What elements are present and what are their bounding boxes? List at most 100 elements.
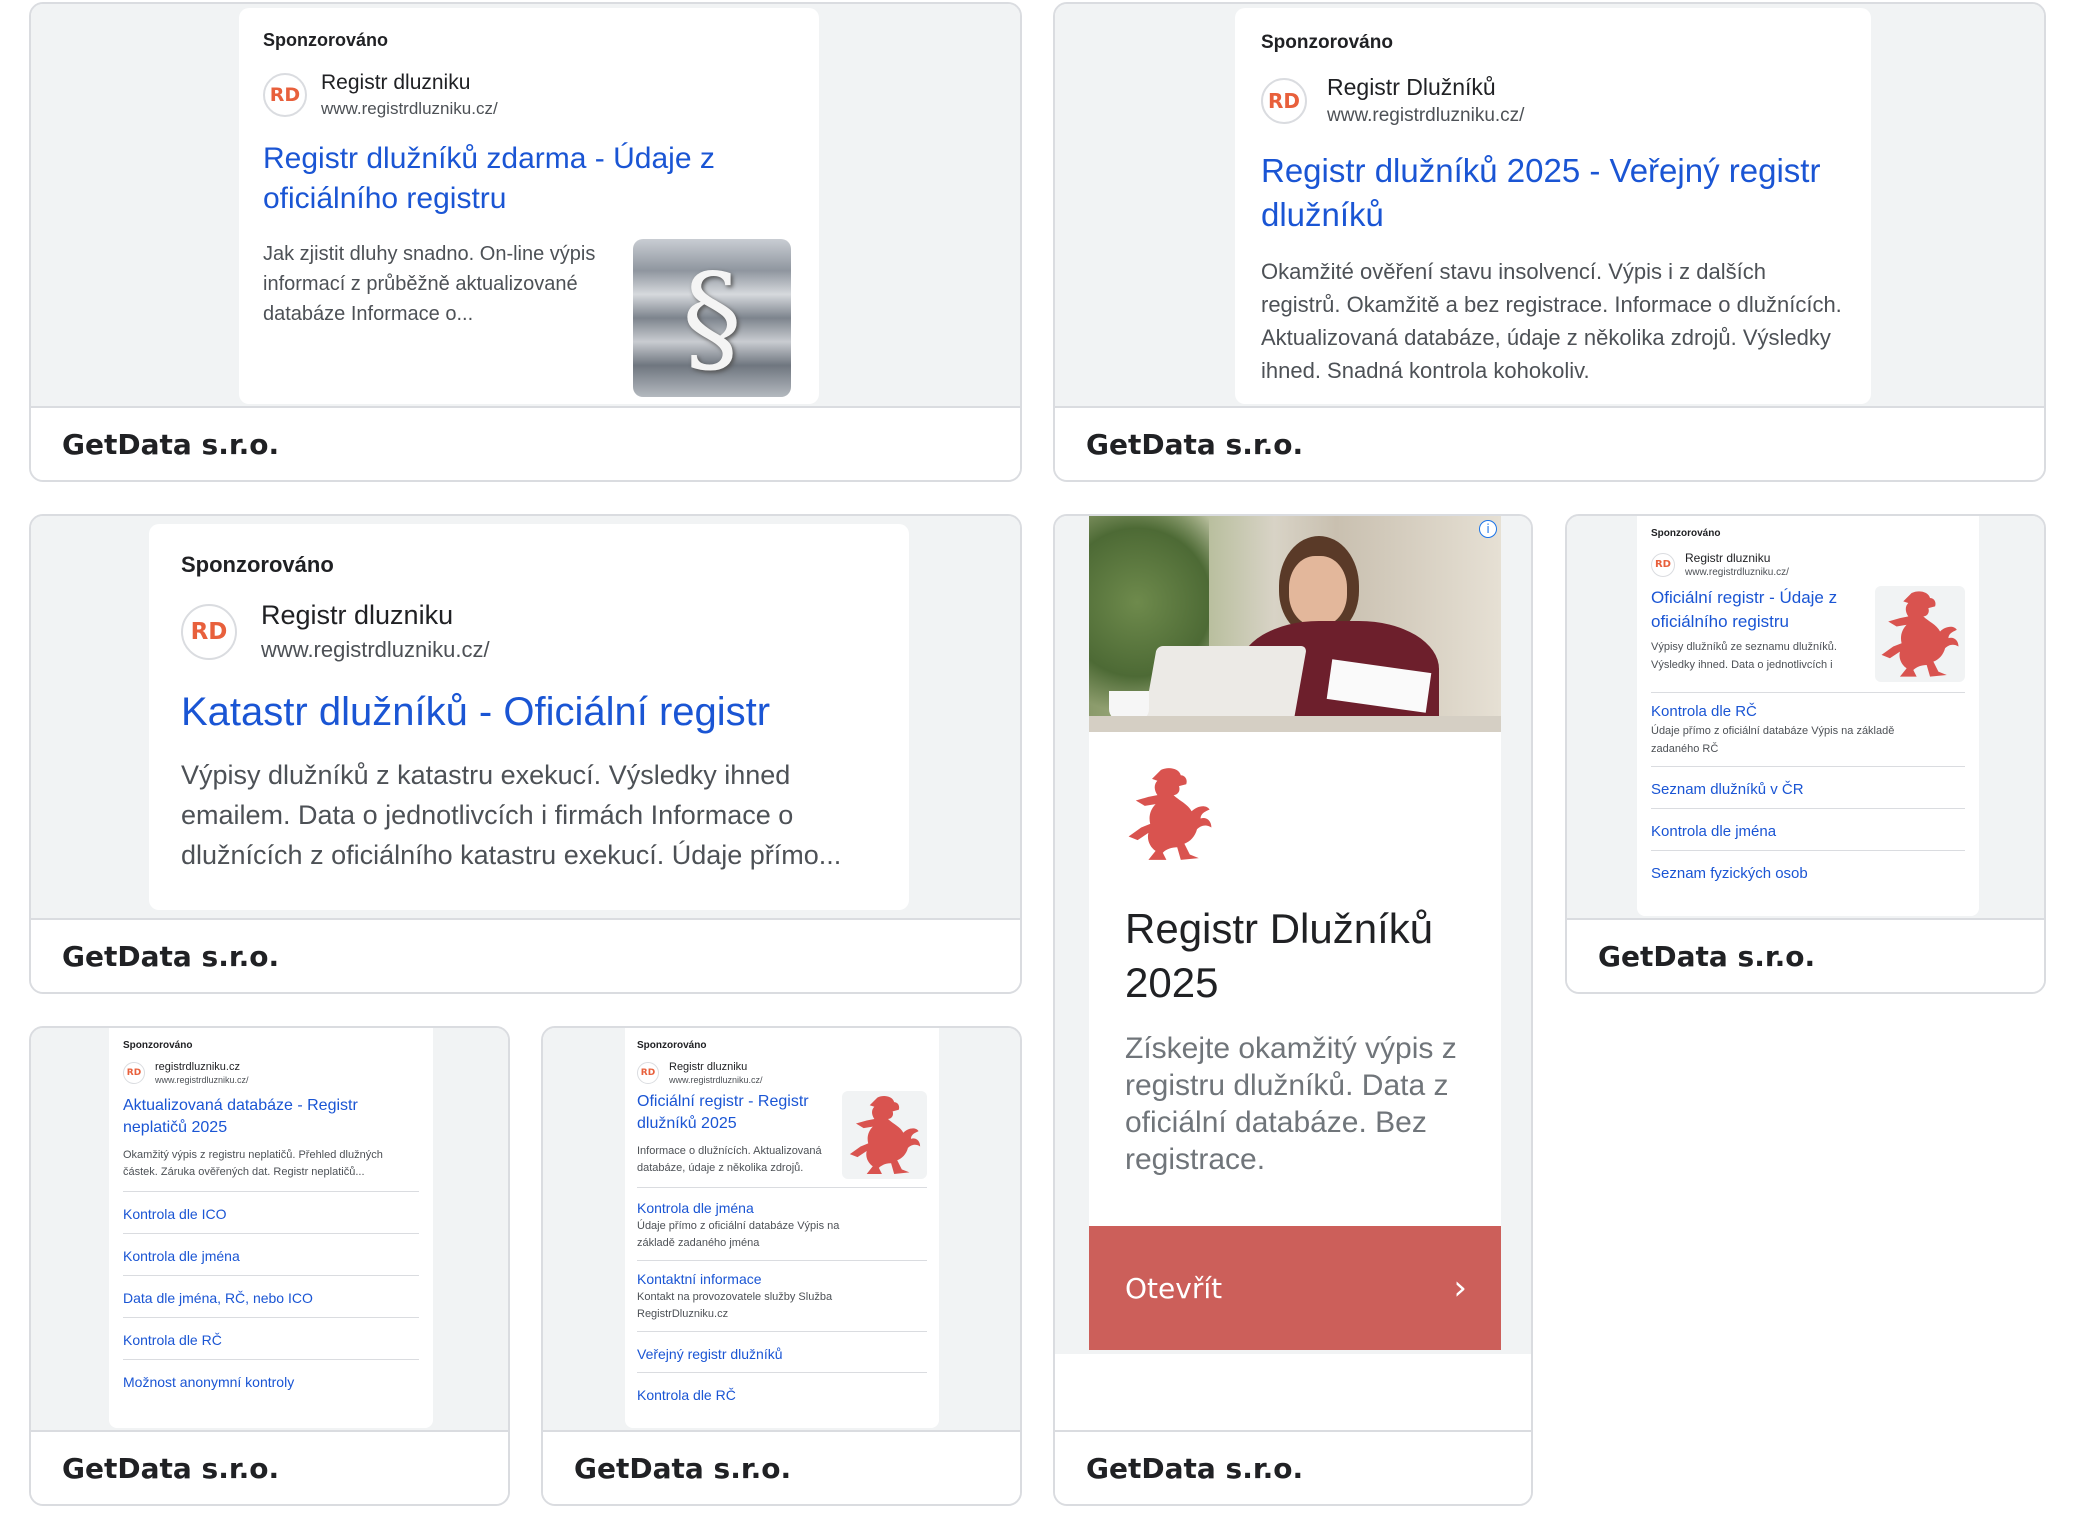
- sitelink-title: Kontrola dle jména: [1651, 823, 1777, 840]
- ad-headline[interactable]: Oficiální registr - Registr dlužníků 202…: [637, 1091, 838, 1135]
- ad-headline[interactable]: Registr dlužníků zdarma - Údaje z oficiá…: [263, 139, 763, 219]
- advertiser-url: www.registrdluzniku.cz/: [321, 99, 498, 118]
- display-ad-description: Získejte okamžitý výpis z registru dlužn…: [1125, 1032, 1457, 1176]
- advertiser-url: www.registrdluzniku.cz/: [261, 637, 490, 662]
- advertiser-name: Registr dluzniku: [321, 71, 471, 94]
- open-button-label: Otevřít: [1125, 1271, 1223, 1305]
- advertiser-name: Registr dluzniku: [1685, 551, 1771, 565]
- sitelink-title: Seznam fyzických osob: [1651, 865, 1808, 882]
- ad-card-1[interactable]: Sponzorováno RD Registr dluzniku www.reg…: [29, 2, 1022, 482]
- sitelink[interactable]: Kontrola dle RČ: [123, 1318, 419, 1360]
- sitelink[interactable]: Seznam fyzických osob: [1651, 851, 1965, 892]
- sitelink-title: Kontrola dle RČ: [1651, 703, 1757, 720]
- text-ad[interactable]: Sponzorováno RD Registr dluzniku www.reg…: [1637, 516, 1979, 916]
- advertiser-row[interactable]: RD Registr dluzniku www.registrdluzniku.…: [263, 71, 795, 119]
- sponsored-label: Sponzorováno: [263, 30, 388, 50]
- sitelink[interactable]: Kontrola dle ICO: [123, 1192, 419, 1234]
- sitelink-title: Seznam dlužníků v ČR: [1651, 781, 1804, 798]
- lion-logo-icon: [1125, 764, 1215, 864]
- text-ad[interactable]: Sponzorováno RD Registr Dlužníků www.reg…: [1235, 8, 1871, 404]
- advertiser-footer: GetData s.r.o.: [1055, 1430, 1531, 1504]
- sitelink-title: Kontrola dle jména: [637, 1200, 754, 1216]
- ad-card-5[interactable]: Sponzorováno RD Registr dluzniku www.reg…: [1565, 514, 2046, 994]
- sponsored-label: Sponzorováno: [637, 1040, 707, 1051]
- rd-logo-icon: RD: [1261, 77, 1307, 124]
- ad-preview: i Registr Dlužníků 2025 Získejte okamžit…: [1055, 516, 1531, 1354]
- sitelink-description: Kontakt na provozovatele služby Služba R…: [637, 1291, 833, 1320]
- advertiser-footer: GetData s.r.o.: [1055, 406, 2044, 480]
- ad-headline[interactable]: Katastr dlužníků - Oficiální registr: [181, 687, 877, 737]
- advertiser-name: Registr dluzniku: [261, 600, 454, 630]
- advertiser-url: www.registrdluzniku.cz/: [1685, 567, 1789, 578]
- ad-description: Okamžité ověření stavu insolvencí. Výpis…: [1261, 259, 1842, 383]
- lion-logo-icon: [1875, 586, 1965, 682]
- ad-preview: Sponzorováno RD registrdluzniku.cz www.r…: [31, 1028, 508, 1432]
- ad-description: Výpisy dlužníků ze seznamu dlužníků. Výs…: [1651, 641, 1837, 671]
- ad-headline[interactable]: Aktualizovaná databáze - Registr neplati…: [123, 1095, 383, 1139]
- display-ad-title: Registr Dlužníků 2025: [1125, 905, 1434, 1006]
- advertiser-url: www.registrdluzniku.cz/: [1327, 105, 1525, 126]
- rd-logo-icon: RD: [637, 1062, 659, 1084]
- sitelink[interactable]: Kontrola dle RČ Údaje přímo z oficiální …: [1651, 693, 1965, 767]
- sitelink[interactable]: Možnost anonymní kontroly: [123, 1360, 419, 1401]
- sponsored-label: Sponzorováno: [181, 552, 334, 577]
- advertiser-row[interactable]: RD registrdluzniku.cz www.registrdluznik…: [123, 1061, 419, 1085]
- text-ad[interactable]: Sponzorováno RD Registr dluzniku www.reg…: [239, 8, 819, 404]
- ad-preview: Sponzorováno RD Registr dluzniku www.reg…: [1567, 516, 2044, 920]
- rd-logo-icon: RD: [123, 1062, 145, 1084]
- ad-card-3[interactable]: Sponzorováno RD Registr dluzniku www.reg…: [29, 514, 1022, 994]
- ad-card-2[interactable]: Sponzorováno RD Registr Dlužníků www.reg…: [1053, 2, 2046, 482]
- advertiser-footer: GetData s.r.o.: [31, 406, 1020, 480]
- paragraph-photo-icon: §: [633, 239, 791, 397]
- ad-preview: Sponzorováno RD Registr dluzniku www.reg…: [31, 4, 1020, 408]
- advertiser-name: registrdluzniku.cz: [155, 1061, 240, 1073]
- display-ad[interactable]: i Registr Dlužníků 2025 Získejte okamžit…: [1089, 516, 1501, 1350]
- ad-description: Jak zjistit dluhy snadno. On-line výpis …: [263, 243, 596, 325]
- sitelink-title: Veřejný registr dlužníků: [637, 1346, 783, 1362]
- sitelink-title: Kontaktní informace: [637, 1271, 762, 1287]
- ad-preview: Sponzorováno RD Registr dluzniku www.reg…: [543, 1028, 1020, 1432]
- ad-preview: Sponzorováno RD Registr dluzniku www.reg…: [31, 516, 1020, 920]
- advertiser-row[interactable]: RD Registr dluzniku www.registrdluzniku.…: [1651, 551, 1965, 578]
- open-button[interactable]: Otevřít ›: [1089, 1226, 1501, 1350]
- sitelink-description: Údaje přímo z oficiální databáze Výpis n…: [1651, 725, 1895, 755]
- ad-headline[interactable]: Registr dlužníků 2025 - Veřejný registr …: [1261, 149, 1851, 237]
- sitelink[interactable]: Kontrola dle jména: [123, 1234, 419, 1276]
- sponsored-label: Sponzorováno: [1651, 528, 1721, 539]
- advertiser-row[interactable]: RD Registr dluzniku www.registrdluzniku.…: [181, 600, 877, 663]
- advertiser-footer: GetData s.r.o.: [1567, 918, 2044, 992]
- advertiser-row[interactable]: RD Registr Dlužníků www.registrdluzniku.…: [1261, 74, 1845, 127]
- advertiser-name: Registr Dlužníků: [1327, 74, 1496, 100]
- sitelink[interactable]: Kontrola dle RČ: [637, 1373, 927, 1413]
- sponsored-label: Sponzorováno: [123, 1040, 193, 1051]
- text-ad[interactable]: Sponzorováno RD registrdluzniku.cz www.r…: [109, 1028, 433, 1428]
- ad-card-6[interactable]: Sponzorováno RD registrdluzniku.cz www.r…: [29, 1026, 510, 1506]
- sitelink[interactable]: Kontrola dle jména: [1651, 809, 1965, 851]
- sponsored-label: Sponzorováno: [1261, 32, 1393, 53]
- advertiser-row[interactable]: RD Registr dluzniku www.registrdluzniku.…: [637, 1061, 927, 1085]
- ad-description: Okamžitý výpis z registru neplatičů. Pře…: [123, 1149, 383, 1178]
- advertiser-name: Registr dluzniku: [669, 1061, 748, 1073]
- sitelink[interactable]: Veřejný registr dlužníků: [637, 1332, 927, 1373]
- info-icon[interactable]: i: [1479, 520, 1497, 538]
- woman-at-laptop-photo: [1089, 516, 1501, 732]
- advertiser-footer: GetData s.r.o.: [543, 1430, 1020, 1504]
- rd-logo-icon: RD: [263, 73, 307, 117]
- rd-logo-icon: RD: [181, 603, 237, 660]
- text-ad[interactable]: Sponzorováno RD Registr dluzniku www.reg…: [149, 524, 909, 910]
- ad-headline[interactable]: Oficiální registr - Údaje z oficiálního …: [1651, 586, 1871, 634]
- sitelink-description: Údaje přímo z oficiální databáze Výpis n…: [637, 1220, 840, 1249]
- sitelink[interactable]: Data dle jména, RČ, nebo ICO: [123, 1276, 419, 1318]
- chevron-right-icon: ›: [1453, 1268, 1467, 1308]
- advertiser-url: www.registrdluzniku.cz/: [669, 1075, 763, 1085]
- sitelink-title: Kontrola dle RČ: [637, 1387, 736, 1403]
- ad-description: Výpisy dlužníků z katastru exekucí. Výsl…: [181, 760, 842, 870]
- sitelink[interactable]: Seznam dlužníků v ČR: [1651, 767, 1965, 809]
- text-ad[interactable]: Sponzorováno RD Registr dluzniku www.reg…: [625, 1028, 939, 1428]
- ad-description: Informace o dlužnících. Aktualizovaná da…: [637, 1145, 822, 1174]
- sitelink[interactable]: Kontrola dle jména Údaje přímo z oficiál…: [637, 1188, 927, 1261]
- ad-card-4[interactable]: i Registr Dlužníků 2025 Získejte okamžit…: [1053, 514, 1533, 1506]
- sitelink[interactable]: Kontaktní informace Kontakt na provozova…: [637, 1261, 927, 1332]
- ad-preview: Sponzorováno RD Registr Dlužníků www.reg…: [1055, 4, 2044, 408]
- ad-card-7[interactable]: Sponzorováno RD Registr dluzniku www.reg…: [541, 1026, 1022, 1506]
